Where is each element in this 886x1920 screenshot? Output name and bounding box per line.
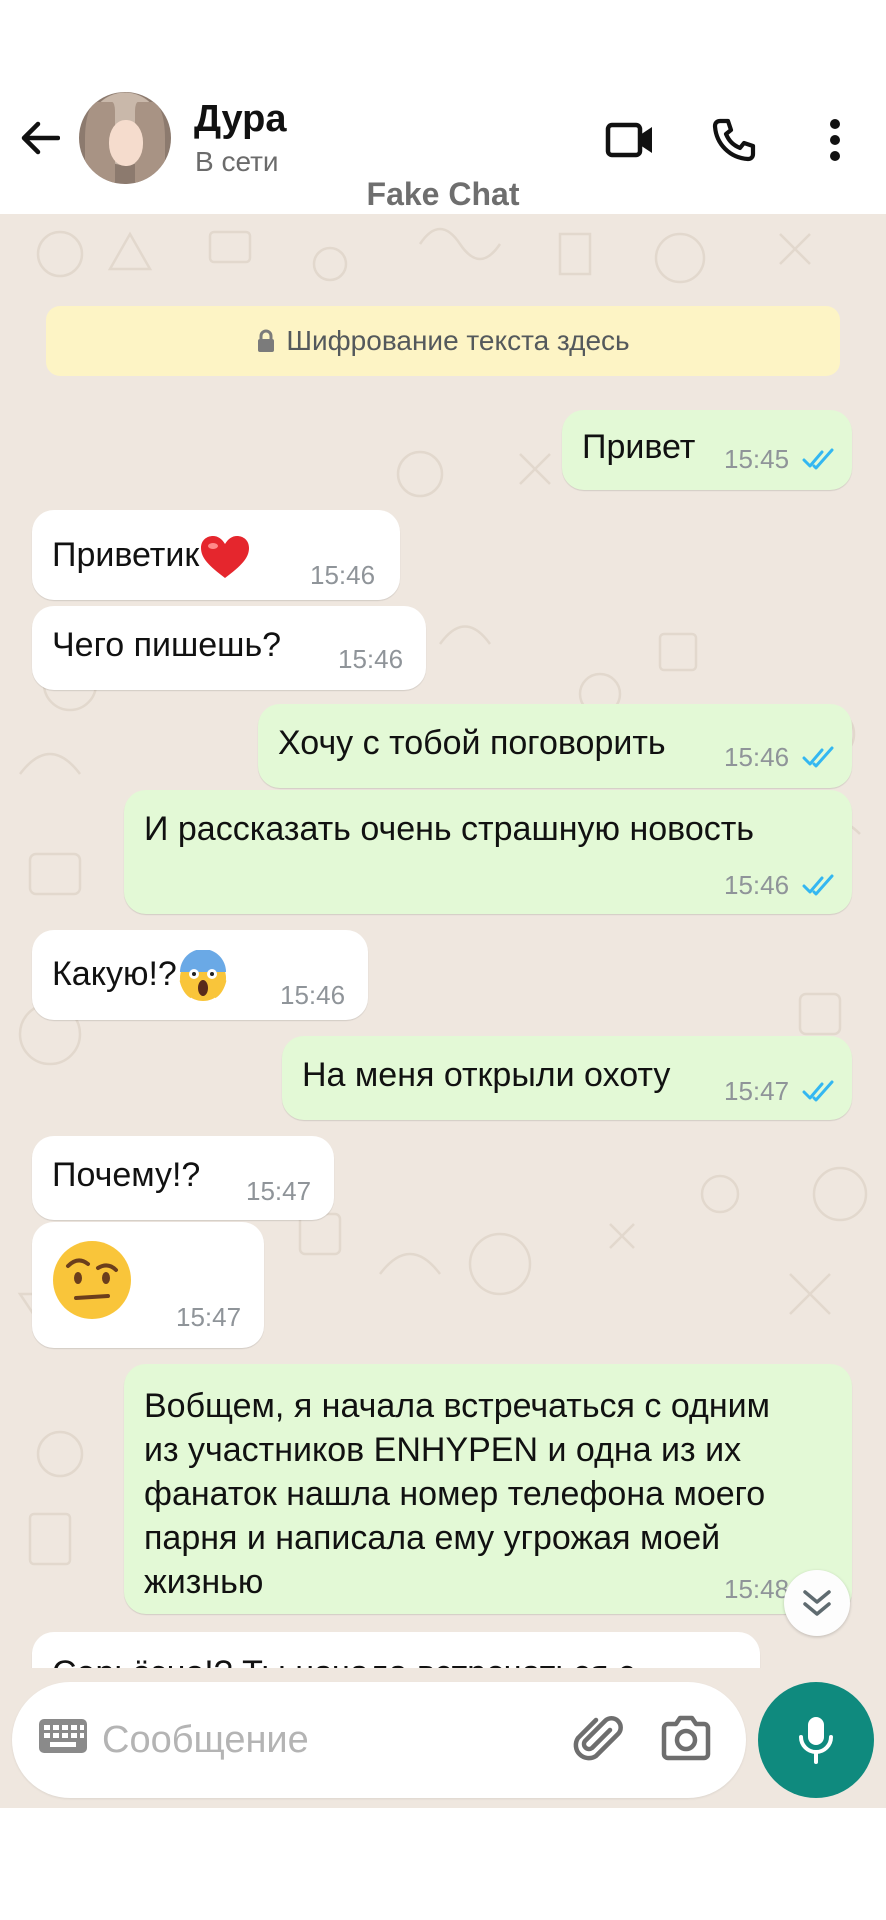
message-line: парня и написала ему угрожая моей — [144, 1519, 721, 1557]
chat-area[interactable]: Шифрование текста здесь Привет 15:45 При… — [0, 214, 886, 1808]
video-call-button[interactable] — [600, 112, 660, 168]
navigation-bar-area — [0, 1808, 886, 1920]
watermark: Fake Chat — [366, 176, 520, 212]
message-bubble[interactable]: Чего пишешь? 15:46 — [32, 606, 426, 690]
message-text-content: Приветик — [52, 535, 200, 574]
lock-icon — [258, 329, 275, 352]
message-input[interactable] — [102, 1710, 552, 1770]
message-time: 15:47 — [176, 1302, 242, 1332]
message-text: На меня открыли охоту — [302, 1056, 671, 1094]
video-camera-icon — [605, 122, 652, 158]
message-bubble[interactable]: Почему!? 15:47 — [32, 1136, 334, 1220]
message-time: 15:46 — [280, 980, 346, 1010]
voice-call-button[interactable] — [704, 110, 764, 170]
message-time: 15:46 — [724, 742, 790, 772]
message-time: 15:47 — [246, 1176, 312, 1206]
face-with-raised-eyebrow-icon — [53, 1241, 131, 1319]
microphone-icon — [799, 1717, 833, 1764]
read-ticks-icon — [802, 448, 834, 470]
contact-status: В сети — [195, 146, 279, 177]
keyboard-icon[interactable] — [38, 1718, 88, 1754]
message-composer — [12, 1682, 746, 1798]
read-ticks-icon — [802, 874, 834, 896]
message-bubble[interactable]: На меня открыли охоту 15:47 — [282, 1036, 852, 1120]
scroll-to-bottom-button[interactable] — [784, 1570, 850, 1636]
read-ticks-icon — [802, 746, 834, 768]
message-line: Вобщем, я начала встречаться с одним — [144, 1387, 770, 1425]
microphone-button[interactable] — [758, 1682, 874, 1798]
encryption-notice-text: Шифрование текста здесь — [286, 325, 630, 356]
message-line: из участников ENHYPEN и одна из их — [144, 1431, 742, 1469]
message-bubble[interactable]: И рассказать очень страшную новость 15:4… — [124, 790, 852, 914]
message-text: Чего пишешь? — [52, 626, 282, 664]
message-bubble[interactable]: Какую!? 15:46 — [32, 930, 368, 1020]
message-time: 15:47 — [724, 1076, 790, 1106]
encryption-notice[interactable]: Шифрование текста здесь — [46, 306, 840, 376]
message-text-content: Какую!? — [52, 954, 177, 993]
message-time: 15:46 — [724, 870, 790, 900]
message-bubble[interactable]: 15:47 — [32, 1222, 264, 1348]
back-button[interactable] — [14, 108, 66, 168]
message-text: Привет — [582, 428, 696, 466]
message-text: Какую!? — [52, 950, 229, 1002]
paperclip-icon[interactable] — [572, 1712, 626, 1766]
message-text: Хочу с тобой поговорить — [278, 724, 666, 762]
message-time: 15:48 — [724, 1574, 790, 1604]
message-text: Приветик — [52, 534, 251, 580]
message-bubble[interactable]: Привет 15:45 — [562, 410, 852, 490]
face-screaming-in-fear-icon — [179, 950, 227, 1001]
phone-icon — [712, 118, 756, 162]
message-text: Вобщем, я начала встречаться с одним из … — [144, 1384, 770, 1604]
more-options-button[interactable] — [810, 110, 860, 170]
message-time: 15:46 — [310, 560, 376, 590]
message-line: фанаток нашла номер телефона моего — [144, 1475, 766, 1513]
message-line: жизнью — [144, 1563, 264, 1601]
message-time: 15:46 — [338, 644, 404, 674]
read-ticks-icon — [802, 1080, 834, 1102]
red-heart-icon — [201, 536, 250, 578]
message-bubble[interactable]: Хочу с тобой поговорить 15:46 — [258, 704, 852, 788]
message-bubble[interactable]: Вобщем, я начала встречаться с одним из … — [124, 1364, 852, 1614]
message-bubble[interactable]: Приветик 15:46 — [32, 510, 400, 600]
more-vertical-icon — [830, 119, 840, 161]
contact-name[interactable]: Дура — [194, 98, 287, 141]
double-chevron-down-icon — [803, 1590, 831, 1616]
message-text: Почему!? — [52, 1156, 201, 1194]
message-time: 15:45 — [724, 444, 790, 474]
message-text: И рассказать очень страшную новость — [144, 810, 755, 848]
chat-header: Дура В сети Fake Chat — [0, 0, 886, 214]
back-arrow-icon — [21, 121, 60, 155]
camera-icon[interactable] — [660, 1712, 712, 1764]
contact-avatar[interactable] — [79, 92, 171, 184]
